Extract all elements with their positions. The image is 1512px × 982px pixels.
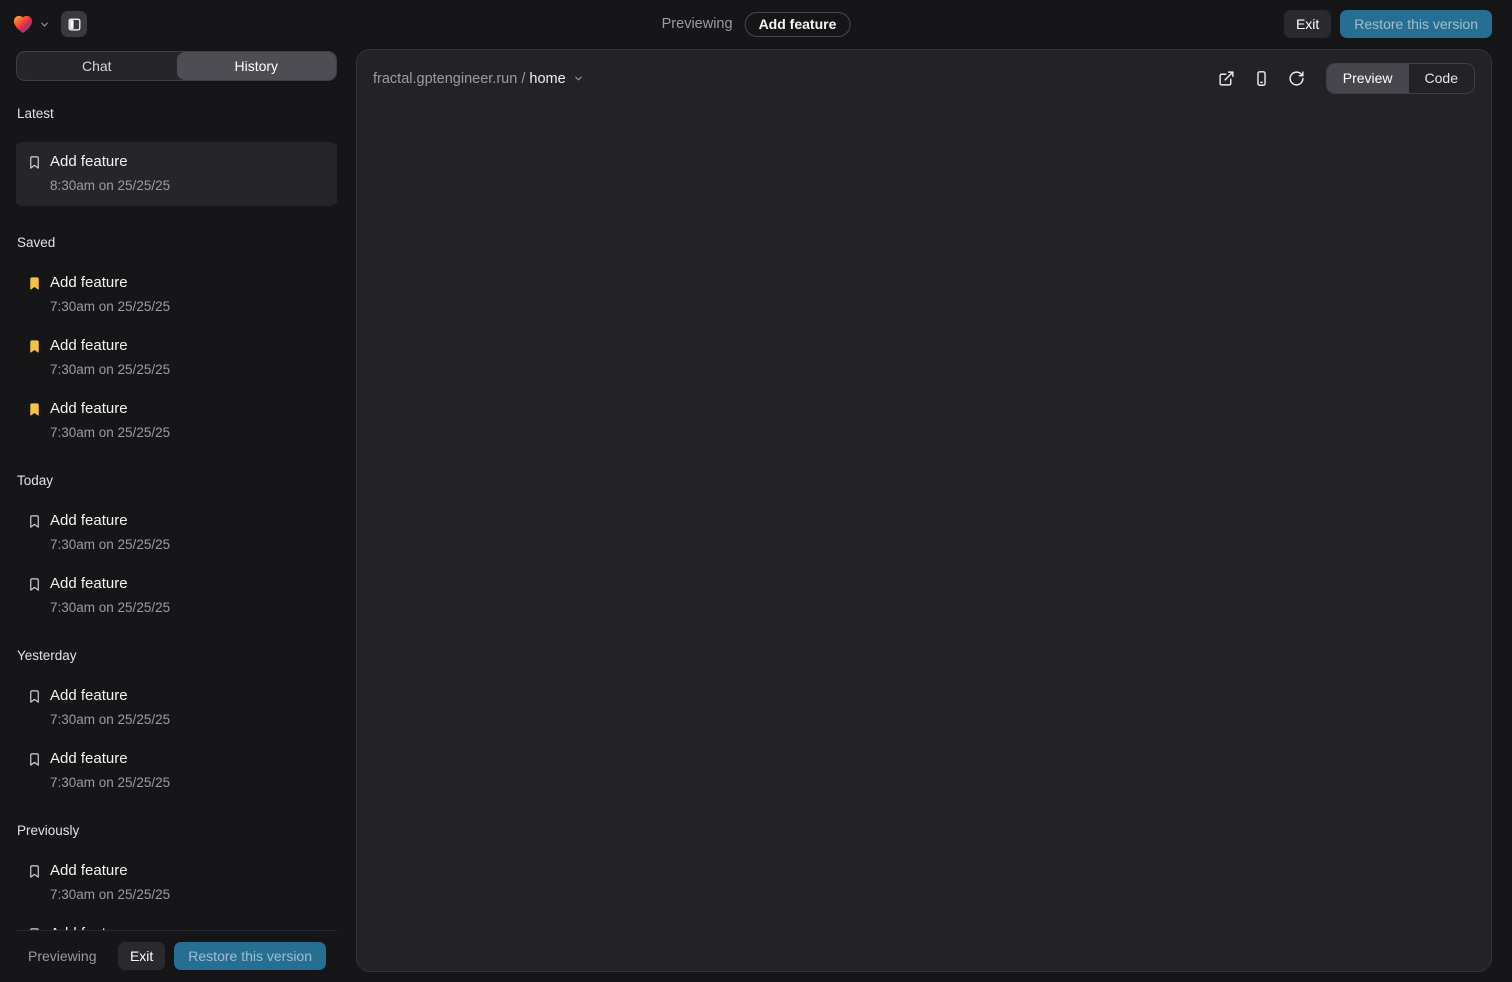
history-section-title: Saved	[16, 235, 337, 250]
history-sidebar: Chat History Latest Add feature 8:30am o…	[0, 48, 356, 982]
url-prefix: fractal.gptengineer.run /	[373, 71, 529, 87]
sidebar-toggle-button[interactable]	[61, 11, 87, 37]
workspace-chevron-down-icon[interactable]	[39, 19, 50, 30]
bookmark-outline-icon	[27, 863, 44, 880]
preview-status: Previewing Add feature	[662, 0, 851, 48]
bookmark-filled-icon	[27, 338, 44, 355]
preview-tools: Preview Code	[1213, 63, 1475, 94]
history-item[interactable]: Add feature 7:30am on 25/25/25	[16, 334, 337, 381]
history-item-title: Add feature	[50, 922, 170, 930]
topbar: Previewing Add feature Exit Restore this…	[0, 0, 1512, 48]
preview-header: fractal.gptengineer.run / home	[357, 50, 1491, 106]
previewing-label: Previewing	[662, 16, 733, 32]
tab-preview[interactable]: Preview	[1327, 64, 1409, 93]
history-item-timestamp: 7:30am on 25/25/25	[50, 771, 170, 794]
refresh-button[interactable]	[1283, 65, 1311, 93]
content: Chat History Latest Add feature 8:30am o…	[0, 48, 1512, 982]
sidebar-tabs: Chat History	[16, 51, 337, 81]
main-area: fractal.gptengineer.run / home	[356, 48, 1512, 982]
history-item-title: Add feature	[50, 684, 170, 708]
history-item-title: Add feature	[50, 509, 170, 533]
history-item[interactable]: Add feature 7:30am on 25/25/25	[16, 922, 337, 930]
history-item[interactable]: Add feature 7:30am on 25/25/25	[16, 397, 337, 444]
bookmark-outline-icon	[27, 154, 44, 171]
history-item-timestamp: 7:30am on 25/25/25	[50, 596, 170, 619]
bookmark-filled-icon	[27, 401, 44, 418]
open-external-button[interactable]	[1213, 65, 1241, 93]
history-list: Latest Add feature 8:30am on 25/25/25 Sa…	[16, 81, 337, 930]
bookmark-outline-icon	[27, 688, 44, 705]
history-section-title: Yesterday	[16, 648, 337, 663]
bookmark-filled-icon	[27, 275, 44, 292]
history-item-timestamp: 7:30am on 25/25/25	[50, 421, 170, 444]
history-item[interactable]: Add feature 7:30am on 25/25/25	[16, 859, 337, 906]
history-section: Yesterday Add feature 7:30am on 25/25/25	[16, 648, 337, 794]
history-item-title: Add feature	[50, 271, 170, 295]
external-link-icon	[1218, 70, 1235, 87]
history-section-title: Previously	[16, 823, 337, 838]
smartphone-icon	[1253, 70, 1270, 87]
history-item[interactable]: Add feature 8:30am on 25/25/25	[16, 142, 337, 206]
tab-history[interactable]: History	[177, 52, 337, 80]
sidebar-footer: Previewing Exit Restore this version	[16, 930, 337, 982]
history-item-title: Add feature	[50, 397, 170, 421]
history-item-title: Add feature	[50, 334, 170, 358]
history-item[interactable]: Add feature 7:30am on 25/25/25	[16, 271, 337, 318]
preview-panel: fractal.gptengineer.run / home	[356, 49, 1492, 972]
history-section-title: Latest	[16, 106, 337, 121]
version-pill[interactable]: Add feature	[745, 12, 851, 37]
lovable-heart-logo-icon[interactable]	[12, 14, 34, 34]
history-section: Previously Add feature 7:30am on 25/25/2…	[16, 823, 337, 930]
history-item[interactable]: Add feature 7:30am on 25/25/25	[16, 572, 337, 619]
mobile-view-button[interactable]	[1248, 65, 1276, 93]
history-item-title: Add feature	[50, 859, 170, 883]
history-item[interactable]: Add feature 7:30am on 25/25/25	[16, 684, 337, 731]
url-page: home	[529, 71, 565, 87]
bookmark-outline-icon	[27, 576, 44, 593]
tab-code[interactable]: Code	[1409, 64, 1474, 93]
history-item-title: Add feature	[50, 572, 170, 596]
url-chevron-down-icon[interactable]	[573, 73, 584, 84]
panel-left-icon	[67, 17, 82, 32]
url-bar[interactable]: fractal.gptengineer.run / home	[373, 71, 584, 87]
history-item-title: Add feature	[50, 150, 170, 174]
footer-exit-button[interactable]: Exit	[118, 942, 165, 970]
bookmark-outline-icon	[27, 751, 44, 768]
history-item-timestamp: 7:30am on 25/25/25	[50, 708, 170, 731]
view-mode-tabs: Preview Code	[1326, 63, 1475, 94]
history-section: Saved Add feature 7:30am on 25/25/25	[16, 235, 337, 444]
restore-version-button[interactable]: Restore this version	[1340, 10, 1492, 38]
footer-previewing-label: Previewing	[28, 948, 96, 964]
history-item-timestamp: 8:30am on 25/25/25	[50, 174, 170, 197]
history-section-title: Today	[16, 473, 337, 488]
history-section: Today Add feature 7:30am on 25/25/25	[16, 473, 337, 619]
bookmark-outline-icon	[27, 513, 44, 530]
tab-chat[interactable]: Chat	[17, 52, 177, 80]
history-item-timestamp: 7:30am on 25/25/25	[50, 883, 170, 906]
topbar-actions: Exit Restore this version	[1284, 10, 1492, 38]
history-item-timestamp: 7:30am on 25/25/25	[50, 533, 170, 556]
footer-restore-version-button[interactable]: Restore this version	[174, 942, 326, 970]
brand	[12, 11, 87, 37]
history-item-timestamp: 7:30am on 25/25/25	[50, 358, 170, 381]
history-section: Latest Add feature 8:30am on 25/25/25	[16, 106, 337, 206]
history-item-timestamp: 7:30am on 25/25/25	[50, 295, 170, 318]
history-item[interactable]: Add feature 7:30am on 25/25/25	[16, 509, 337, 556]
exit-button[interactable]: Exit	[1284, 10, 1331, 38]
history-item[interactable]: Add feature 7:30am on 25/25/25	[16, 747, 337, 794]
preview-viewport[interactable]	[357, 106, 1491, 971]
url-text: fractal.gptengineer.run / home	[373, 71, 566, 87]
history-item-title: Add feature	[50, 747, 170, 771]
rotate-cw-icon	[1288, 70, 1305, 87]
